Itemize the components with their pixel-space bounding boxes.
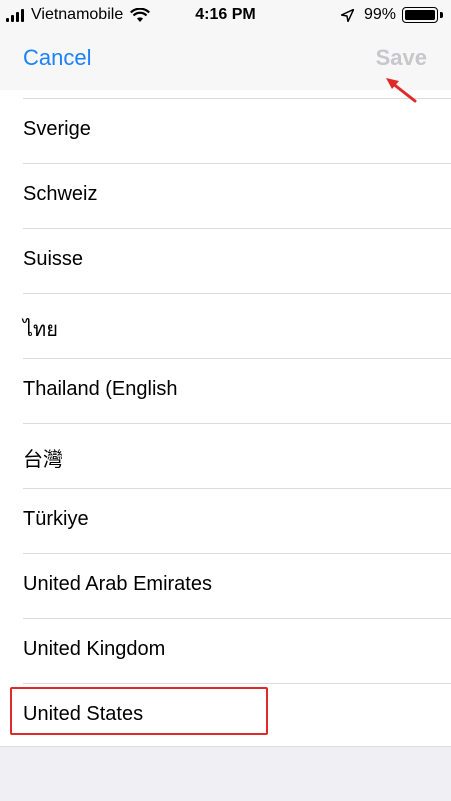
region-label: United Kingdom <box>23 638 166 660</box>
list-item[interactable]: 台灣 <box>0 424 451 489</box>
battery-nub <box>440 12 443 18</box>
region-label: Sverige <box>23 118 91 140</box>
list-item[interactable]: Thailand (English <box>0 359 451 424</box>
battery-fill <box>405 10 435 20</box>
location-arrow-icon <box>340 8 354 22</box>
list-item[interactable]: Türkiye <box>0 489 451 554</box>
region-label: Türkiye <box>23 508 89 530</box>
selection-highlight-box <box>10 687 268 735</box>
list-item[interactable]: Suisse <box>0 229 451 294</box>
region-label: 台灣 <box>23 449 63 471</box>
status-right: 99% <box>340 6 443 24</box>
region-label: Suisse <box>23 248 84 270</box>
region-label: Thailand (English <box>23 378 178 400</box>
save-button[interactable]: Save <box>376 45 427 71</box>
list-item[interactable]: Schweiz <box>0 164 451 229</box>
region-label: Schweiz <box>23 183 98 205</box>
list-item[interactable]: Sverige <box>0 99 451 164</box>
list-item[interactable]: United Kingdom <box>0 619 451 684</box>
battery-percent: 99% <box>363 6 396 23</box>
cancel-button[interactable]: Cancel <box>23 45 91 71</box>
list-item[interactable]: United Arab Emirates <box>0 554 451 619</box>
region-list[interactable]: Sverige Schweiz Suisse ไทย Thailand (English… <box>0 90 451 746</box>
region-label: United Arab Emirates <box>23 573 212 595</box>
annotation-arrow-icon <box>386 78 417 103</box>
region-label: ไทย <box>23 319 58 341</box>
status-bar: Vietnamobile 4:16 PM 99% <box>0 0 451 30</box>
bottom-area <box>0 746 451 801</box>
list-item[interactable]: ไทย <box>0 294 451 359</box>
battery-icon <box>402 7 438 23</box>
